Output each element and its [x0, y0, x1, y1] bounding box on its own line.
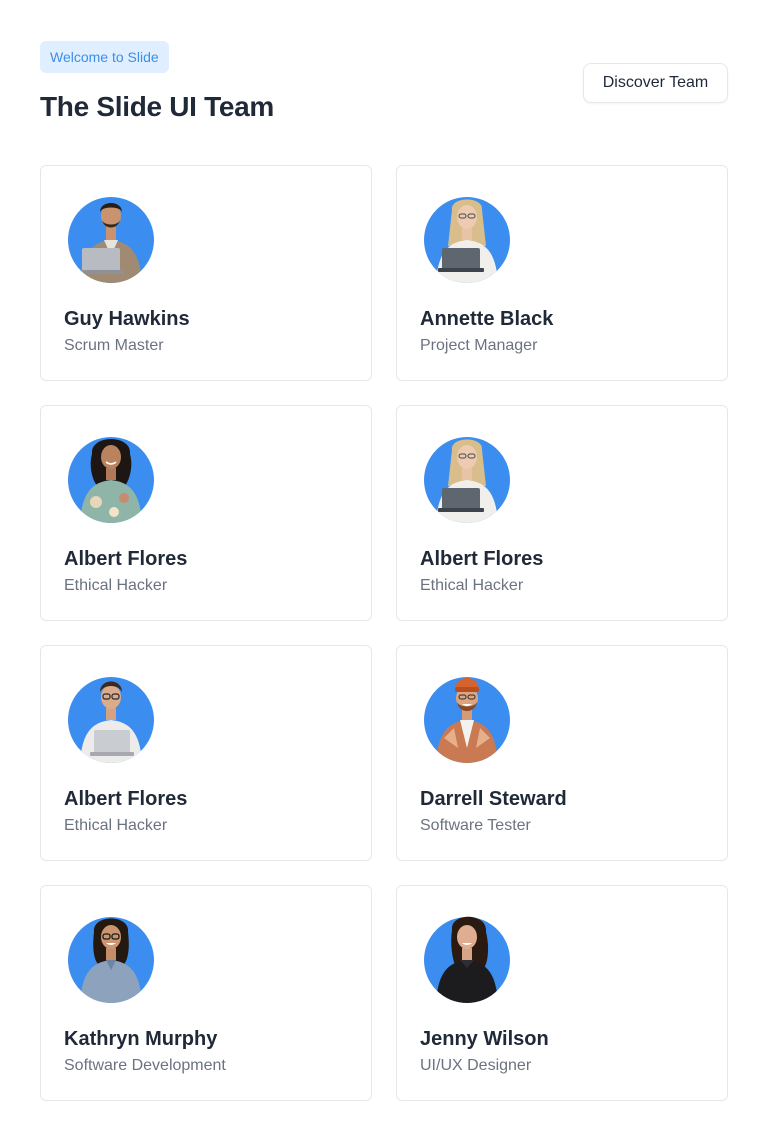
- welcome-badge: Welcome to Slide: [40, 41, 169, 73]
- member-name: Albert Flores: [64, 788, 188, 810]
- page-title: The Slide UI Team: [40, 91, 274, 122]
- team-card[interactable]: Albert Flores Ethical Hacker: [396, 405, 728, 621]
- member-role: Project Manager: [420, 337, 538, 354]
- member-name: Kathryn Murphy: [64, 1028, 218, 1050]
- member-name: Jenny Wilson: [420, 1028, 549, 1050]
- team-card[interactable]: Albert Flores Ethical Hacker: [40, 645, 372, 861]
- team-card[interactable]: Kathryn Murphy Software Development: [40, 885, 372, 1101]
- avatar-woman-laptop-icon: [424, 428, 510, 523]
- member-role: Ethical Hacker: [420, 577, 524, 594]
- team-grid: Guy Hawkins Scrum Master Annette Black P…: [40, 165, 728, 1101]
- member-role: Ethical Hacker: [64, 577, 168, 594]
- avatar-woman-glasses-icon: [68, 908, 154, 1003]
- member-role: Software Tester: [420, 817, 531, 834]
- avatar-woman-black-shirt-icon: [424, 908, 510, 1003]
- member-name: Guy Hawkins: [64, 308, 190, 330]
- team-card[interactable]: Annette Black Project Manager: [396, 165, 728, 381]
- team-card[interactable]: Darrell Steward Software Tester: [396, 645, 728, 861]
- team-page: Welcome to Slide The Slide UI Team Disco…: [0, 0, 768, 1141]
- member-name: Darrell Steward: [420, 788, 567, 810]
- avatar-woman-curly-icon: [68, 428, 154, 523]
- team-card[interactable]: Albert Flores Ethical Hacker: [40, 405, 372, 621]
- member-role: Scrum Master: [64, 337, 164, 354]
- member-name: Annette Black: [420, 308, 554, 330]
- avatar-man-beanie-icon: [424, 668, 510, 763]
- member-name: Albert Flores: [64, 548, 188, 570]
- member-role: Ethical Hacker: [64, 817, 168, 834]
- member-name: Albert Flores: [420, 548, 544, 570]
- member-role: Software Development: [64, 1057, 226, 1074]
- avatar-woman-laptop-icon: [424, 188, 510, 283]
- team-card[interactable]: Guy Hawkins Scrum Master: [40, 165, 372, 381]
- member-role: UI/UX Designer: [420, 1057, 532, 1074]
- discover-team-button[interactable]: Discover Team: [583, 63, 728, 103]
- team-card[interactable]: Jenny Wilson UI/UX Designer: [396, 885, 728, 1101]
- avatar-man-laptop-icon: [68, 188, 154, 283]
- avatar-man-glasses-laptop-icon: [68, 668, 154, 763]
